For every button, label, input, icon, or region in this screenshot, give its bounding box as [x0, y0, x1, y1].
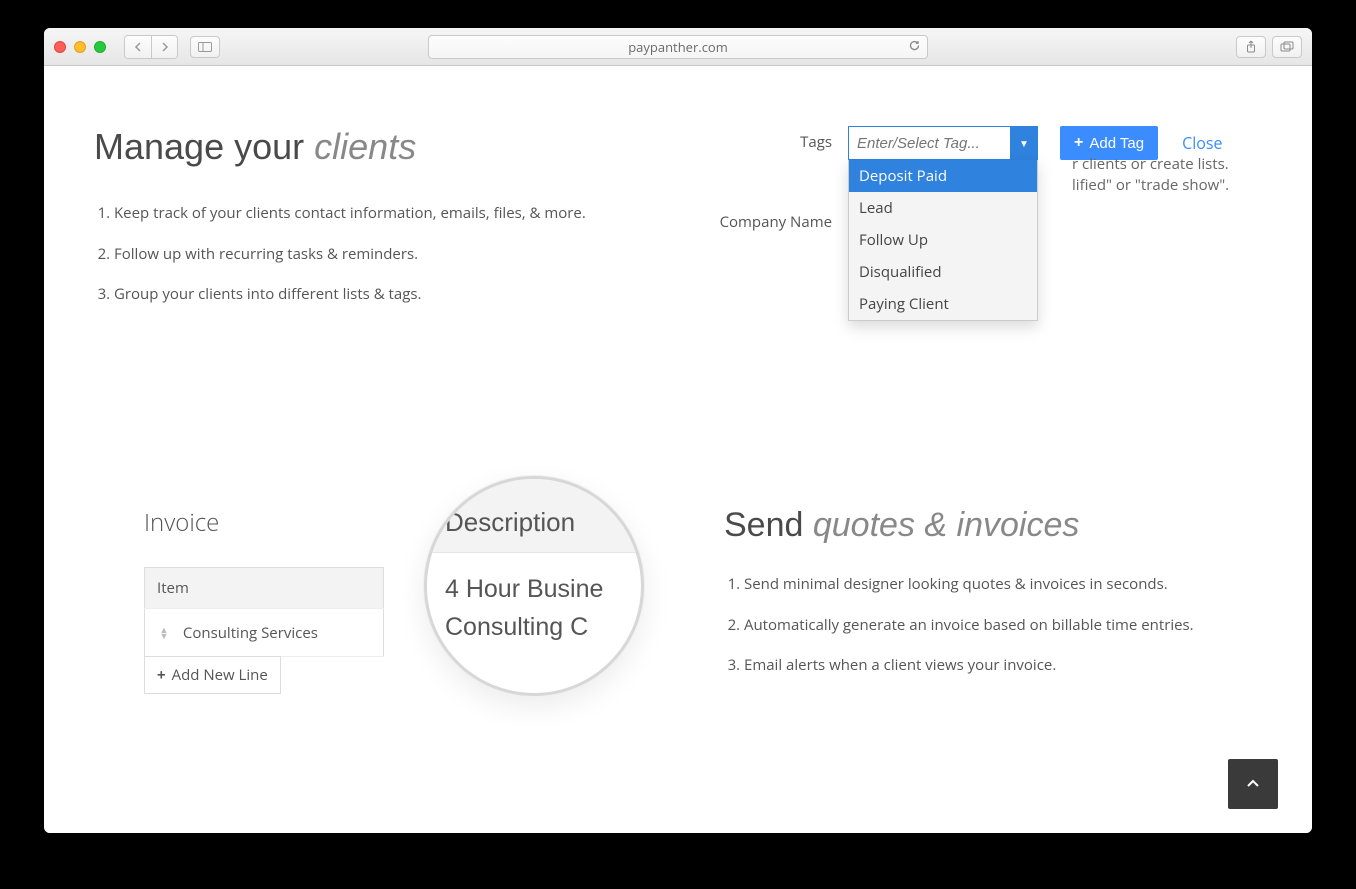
browser-window: paypanther.com + Manage your clients [44, 28, 1312, 833]
add-new-line-button[interactable]: + Add New Line [144, 656, 281, 694]
back-button[interactable] [125, 36, 151, 58]
close-window-icon[interactable] [54, 41, 66, 53]
table-header-item: Item [145, 568, 384, 609]
table-row[interactable]: ▲▼ Consulting Services [145, 609, 384, 657]
list-item: Email alerts when a client views your in… [744, 654, 1262, 677]
nav-buttons [124, 35, 178, 59]
list-item: Automatically generate an invoice based … [744, 614, 1262, 637]
tabs-button[interactable] [1272, 36, 1302, 58]
address-bar[interactable]: paypanther.com [428, 35, 928, 59]
tags-hint: r clients or create lists. lified" or "t… [1072, 154, 1262, 196]
url-text: paypanther.com [628, 38, 728, 56]
plus-icon: + [1074, 134, 1083, 152]
dropdown-option[interactable]: Paying Client [849, 288, 1037, 320]
tags-combobox[interactable]: ▼ [848, 126, 1038, 160]
chevron-up-icon [1245, 776, 1261, 792]
list-item: Group your clients into different lists … [114, 283, 1262, 306]
magnifier-callout: Description 4 Hour Busine Consulting C [424, 476, 644, 696]
plus-icon: + [157, 665, 166, 685]
tags-label: Tags [702, 126, 832, 152]
magnifier-header: Description [427, 479, 641, 553]
forward-button[interactable] [151, 36, 177, 58]
chevron-down-icon[interactable]: ▼ [1010, 126, 1038, 160]
section2-heading: Send quotes & invoices [724, 506, 1262, 545]
traffic-lights [54, 41, 106, 53]
invoice-table: Item ▲▼ Consulting Services [144, 567, 384, 657]
tags-input[interactable] [848, 126, 1010, 160]
close-link[interactable]: Close [1182, 126, 1222, 154]
dropdown-option[interactable]: Deposit Paid [849, 160, 1037, 192]
sort-handle-icon[interactable]: ▲▼ [157, 627, 171, 639]
dropdown-option[interactable]: Lead [849, 192, 1037, 224]
share-button[interactable] [1236, 36, 1266, 58]
list-item: Send minimal designer looking quotes & i… [744, 573, 1262, 596]
minimize-window-icon[interactable] [74, 41, 86, 53]
magnifier-body: 4 Hour Busine Consulting C [427, 553, 641, 664]
page: Manage your clients Keep track of your c… [44, 66, 1312, 833]
section2-list: Send minimal designer looking quotes & i… [724, 573, 1262, 677]
tags-dropdown: Deposit Paid Lead Follow Up Disqualified… [848, 160, 1038, 321]
list-item: Follow up with recurring tasks & reminde… [114, 243, 1262, 266]
dropdown-option[interactable]: Follow Up [849, 224, 1037, 256]
tags-panel: Tags ▼ Deposit Paid Lead Follow Up Disqu… [702, 126, 1262, 232]
titlebar: paypanther.com [44, 28, 1312, 66]
scroll-to-top-button[interactable] [1228, 759, 1278, 809]
company-name-label: Company Name [702, 212, 832, 232]
sidebar-toggle[interactable] [190, 36, 220, 58]
reload-icon[interactable] [908, 38, 921, 56]
zoom-window-icon[interactable] [94, 41, 106, 53]
dropdown-option[interactable]: Disqualified [849, 256, 1037, 288]
